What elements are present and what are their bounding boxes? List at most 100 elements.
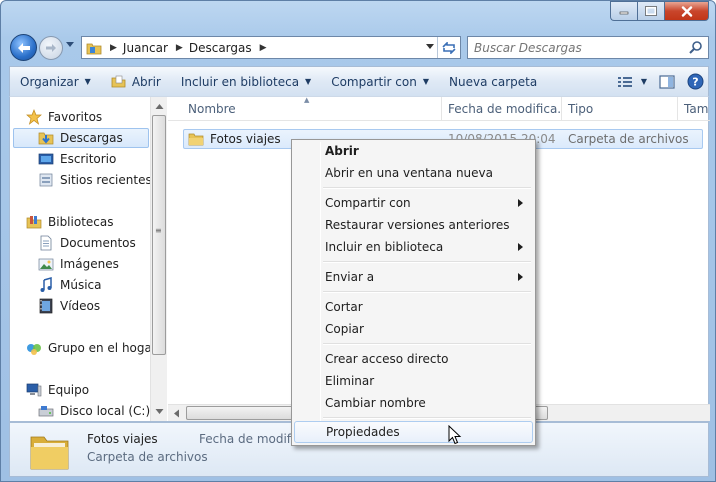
context-menu: Abrir Abrir en una ventana nueva Compart… xyxy=(291,139,536,446)
help-icon: ? xyxy=(687,73,704,90)
menu-item-rename[interactable]: Cambiar nombre xyxy=(294,392,533,414)
organize-menu[interactable]: Organizar ▼ xyxy=(10,67,101,96)
menu-item-copy[interactable]: Copiar xyxy=(294,318,533,340)
menu-item-label: Eliminar xyxy=(325,374,375,388)
minimize-button[interactable] xyxy=(610,1,637,21)
search-icon[interactable] xyxy=(689,41,702,54)
sidebar-item-videos[interactable]: Vídeos xyxy=(38,296,100,316)
breadcrumb-descargas[interactable]: Descargas xyxy=(189,41,252,55)
sidebar-scroll-thumb[interactable] xyxy=(152,115,166,355)
folder-large-icon xyxy=(30,436,69,470)
view-options-button[interactable]: ▼ xyxy=(617,76,647,88)
hard-drive-icon xyxy=(38,403,54,419)
new-folder-label: Nueva carpeta xyxy=(449,74,538,89)
breadcrumb-juancar[interactable]: Juancar xyxy=(123,41,168,55)
organize-label: Organizar xyxy=(20,74,79,89)
sidebar-item-favorites[interactable]: Favoritos xyxy=(26,107,102,127)
menu-item-share[interactable]: Compartir con xyxy=(294,192,533,214)
sidebar-item-label: Sitios recientes xyxy=(60,173,152,187)
documents-icon xyxy=(38,235,54,251)
share-menu[interactable]: Compartir con ▼ xyxy=(321,67,439,96)
maximize-icon xyxy=(645,6,657,16)
back-button[interactable] xyxy=(10,34,37,61)
file-name: Fotos viajes xyxy=(210,132,281,146)
navigation-pane: Favoritos Descargas Escritorio Sitios re… xyxy=(10,97,157,421)
sidebar-item-homegroup[interactable]: Grupo en el hogar xyxy=(26,338,157,358)
address-bar[interactable]: ▶ Juancar ▶ Descargas ▶ xyxy=(81,36,461,59)
scroll-up-icon[interactable] xyxy=(151,99,168,115)
menu-item-properties[interactable]: Propiedades xyxy=(294,421,533,443)
menu-item-label: Crear acceso directo xyxy=(325,352,449,366)
menu-item-label: Cortar xyxy=(325,300,363,314)
menu-separator xyxy=(323,261,531,263)
recent-places-icon xyxy=(38,172,54,188)
column-header-type[interactable]: Tipo xyxy=(562,97,678,121)
column-date-label: Fecha de modifica... xyxy=(448,102,562,116)
arrow-right-icon xyxy=(46,44,56,52)
breadcrumb-separator-icon[interactable]: ▶ xyxy=(176,43,183,53)
sidebar-item-libraries[interactable]: Bibliotecas xyxy=(26,212,113,232)
mouse-cursor-icon xyxy=(448,425,462,445)
menu-item-label: Incluir en biblioteca xyxy=(325,240,444,254)
folder-icon xyxy=(188,133,204,146)
menu-item-cut[interactable]: Cortar xyxy=(294,296,533,318)
menu-separator xyxy=(323,343,531,345)
close-button[interactable] xyxy=(664,1,709,21)
recent-pages-dropdown[interactable] xyxy=(66,42,74,47)
address-dropdown-icon[interactable] xyxy=(426,44,434,49)
sidebar-item-label: Disco local (C:) xyxy=(60,404,151,418)
column-header-size[interactable]: Tam xyxy=(678,97,710,121)
refresh-button[interactable] xyxy=(437,37,460,58)
view-controls: ▼ ? xyxy=(605,67,704,96)
include-library-menu[interactable]: Incluir en biblioteca ▼ xyxy=(171,67,321,96)
sidebar-scrollbar[interactable]: ≡ xyxy=(150,97,167,421)
sidebar-item-desktop[interactable]: Escritorio xyxy=(38,149,116,169)
submenu-arrow-icon xyxy=(518,243,523,251)
menu-separator xyxy=(323,187,531,189)
sidebar-item-recent[interactable]: Sitios recientes xyxy=(38,170,152,190)
scroll-left-icon[interactable] xyxy=(169,406,185,421)
scroll-grip-icon: ≡ xyxy=(155,226,162,235)
sidebar-item-music[interactable]: Música xyxy=(38,275,102,295)
folder-open-icon xyxy=(111,75,126,87)
search-input[interactable] xyxy=(474,40,679,55)
column-header-date[interactable]: Fecha de modifica... xyxy=(442,97,562,121)
sidebar-item-computer[interactable]: Equipo xyxy=(26,380,89,400)
menu-item-open[interactable]: Abrir xyxy=(294,140,533,162)
submenu-arrow-icon xyxy=(518,199,523,207)
sidebar-item-label: Escritorio xyxy=(60,152,117,166)
sidebar-item-local-disk[interactable]: Disco local (C:) xyxy=(38,401,150,421)
breadcrumb-separator-icon[interactable]: ▶ xyxy=(260,43,267,53)
menu-item-send-to[interactable]: Enviar a xyxy=(294,266,533,288)
file-type: Carpeta de archivos xyxy=(568,132,689,146)
details-item-type: Carpeta de archivos xyxy=(87,450,208,464)
sidebar-item-label: Música xyxy=(60,278,102,292)
computer-icon xyxy=(26,382,42,398)
maximize-button[interactable] xyxy=(637,1,664,21)
sidebar-item-label: Grupo en el hogar xyxy=(48,341,157,355)
preview-pane-button[interactable] xyxy=(659,74,675,89)
open-button[interactable]: Abrir xyxy=(101,67,171,96)
menu-item-label: Cambiar nombre xyxy=(325,396,426,410)
arrow-left-icon xyxy=(17,42,30,53)
details-item-name: Fotos viajes xyxy=(87,432,158,446)
sidebar-item-documents[interactable]: Documentos xyxy=(38,233,136,253)
folder-icon xyxy=(86,43,102,54)
menu-separator xyxy=(323,291,531,293)
scroll-down-icon[interactable] xyxy=(151,403,168,419)
menu-item-create-shortcut[interactable]: Crear acceso directo xyxy=(294,348,533,370)
sidebar-item-images[interactable]: Imágenes xyxy=(38,254,119,274)
menu-item-open-new-window[interactable]: Abrir en una ventana nueva xyxy=(294,162,533,184)
submenu-arrow-icon xyxy=(518,273,523,281)
menu-item-include-library[interactable]: Incluir en biblioteca xyxy=(294,236,533,258)
forward-button[interactable] xyxy=(39,36,63,60)
new-folder-button[interactable]: Nueva carpeta xyxy=(439,67,547,96)
menu-item-delete[interactable]: Eliminar xyxy=(294,370,533,392)
breadcrumb-separator-icon[interactable]: ▶ xyxy=(110,43,117,53)
sidebar-item-downloads[interactable]: Descargas xyxy=(13,128,149,148)
column-header-name[interactable]: Nombre xyxy=(182,97,442,121)
desktop-icon xyxy=(38,151,54,167)
menu-item-restore-versions[interactable]: Restaurar versiones anteriores xyxy=(294,214,533,236)
videos-icon xyxy=(38,298,54,314)
help-button[interactable]: ? xyxy=(687,73,704,90)
